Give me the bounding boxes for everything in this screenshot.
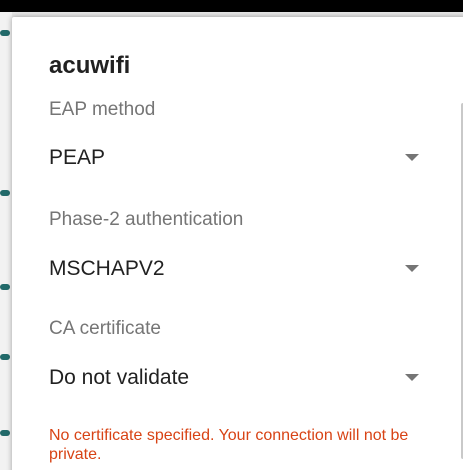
eap-method-dropdown[interactable]: PEAP (49, 146, 419, 176)
dropdown-arrow-icon (405, 374, 419, 381)
ca-certificate-label: CA certificate (49, 318, 161, 339)
ca-certificate-value: Do not validate (49, 366, 190, 389)
dropdown-arrow-icon (405, 154, 419, 161)
dialog-title: acuwifi (49, 52, 131, 79)
phase2-auth-label: Phase-2 authentication (49, 209, 244, 230)
certificate-warning: No certificate specified. Your connectio… (49, 427, 409, 463)
background-app-edge (0, 12, 12, 470)
eap-method-label: EAP method (49, 99, 156, 120)
status-bar (0, 0, 463, 12)
dropdown-arrow-icon (405, 265, 419, 272)
phase2-auth-dropdown[interactable]: MSCHAPV2 (49, 257, 419, 287)
ca-certificate-dropdown[interactable]: Do not validate (49, 366, 419, 396)
eap-method-value: PEAP (49, 146, 106, 169)
phase2-auth-value: MSCHAPV2 (49, 257, 165, 280)
wifi-config-dialog: acuwifi EAP method PEAP Phase-2 authenti… (12, 17, 463, 470)
